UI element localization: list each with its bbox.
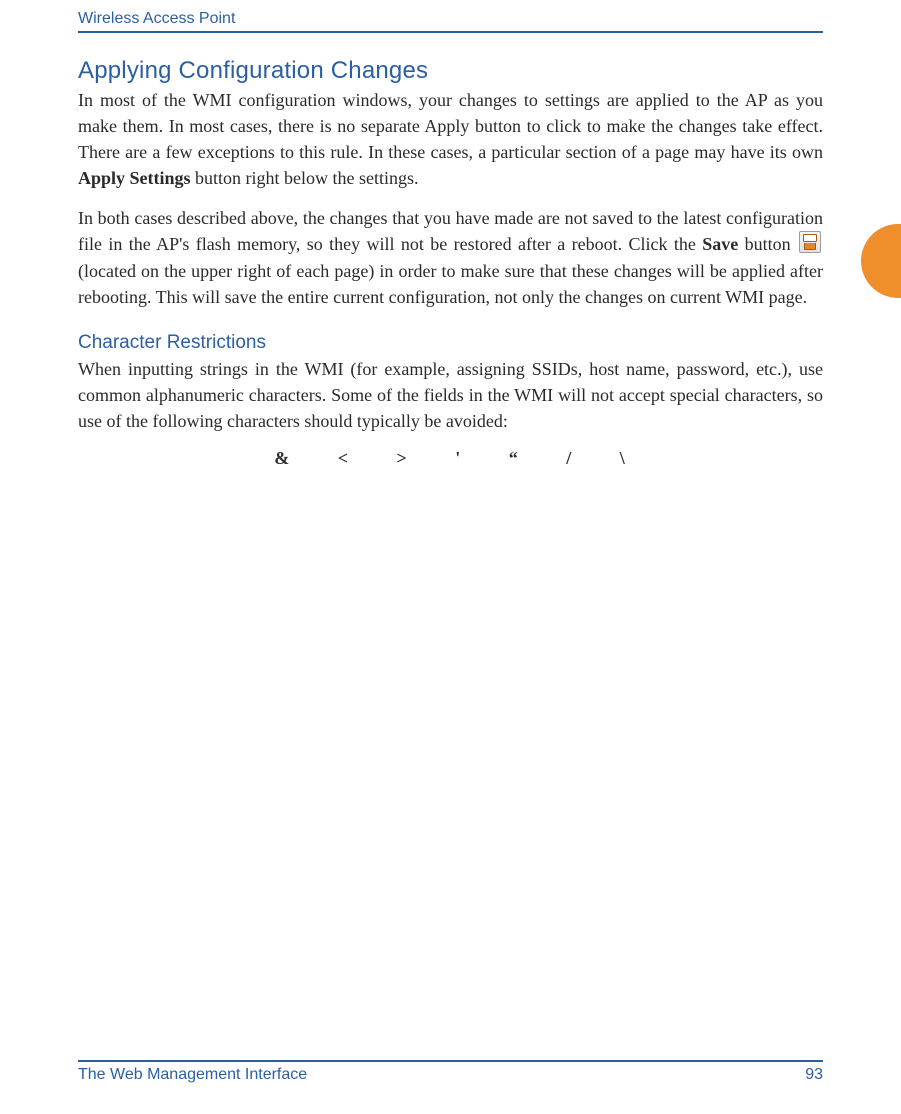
para-character-restrictions: When inputting strings in the WMI (for e… <box>78 356 823 434</box>
text-fragment: button <box>738 234 797 254</box>
save-label: Save <box>702 234 738 254</box>
running-header: Wireless Access Point <box>78 0 823 31</box>
para-applying-config-1: In most of the WMI configuration windows… <box>78 87 823 191</box>
save-icon <box>799 231 821 253</box>
header-rule <box>78 31 823 33</box>
footer-section-name: The Web Management Interface <box>78 1066 307 1084</box>
text-fragment: In most of the WMI configuration windows… <box>78 90 823 162</box>
restricted-characters-list: & < > ' “ / \ <box>78 448 823 469</box>
text-fragment: button right below the settings. <box>191 168 419 188</box>
footer-page-number: 93 <box>805 1066 823 1084</box>
text-fragment: (located on the upper right of each page… <box>78 261 823 307</box>
apply-settings-label: Apply Settings <box>78 168 191 188</box>
page-edge-tab <box>861 224 901 298</box>
section-title-applying-config: Applying Configuration Changes <box>78 57 823 85</box>
section-title-character-restrictions: Character Restrictions <box>78 332 823 354</box>
page-footer: The Web Management Interface 93 <box>78 1060 823 1084</box>
para-applying-config-2: In both cases described above, the chang… <box>78 205 823 309</box>
